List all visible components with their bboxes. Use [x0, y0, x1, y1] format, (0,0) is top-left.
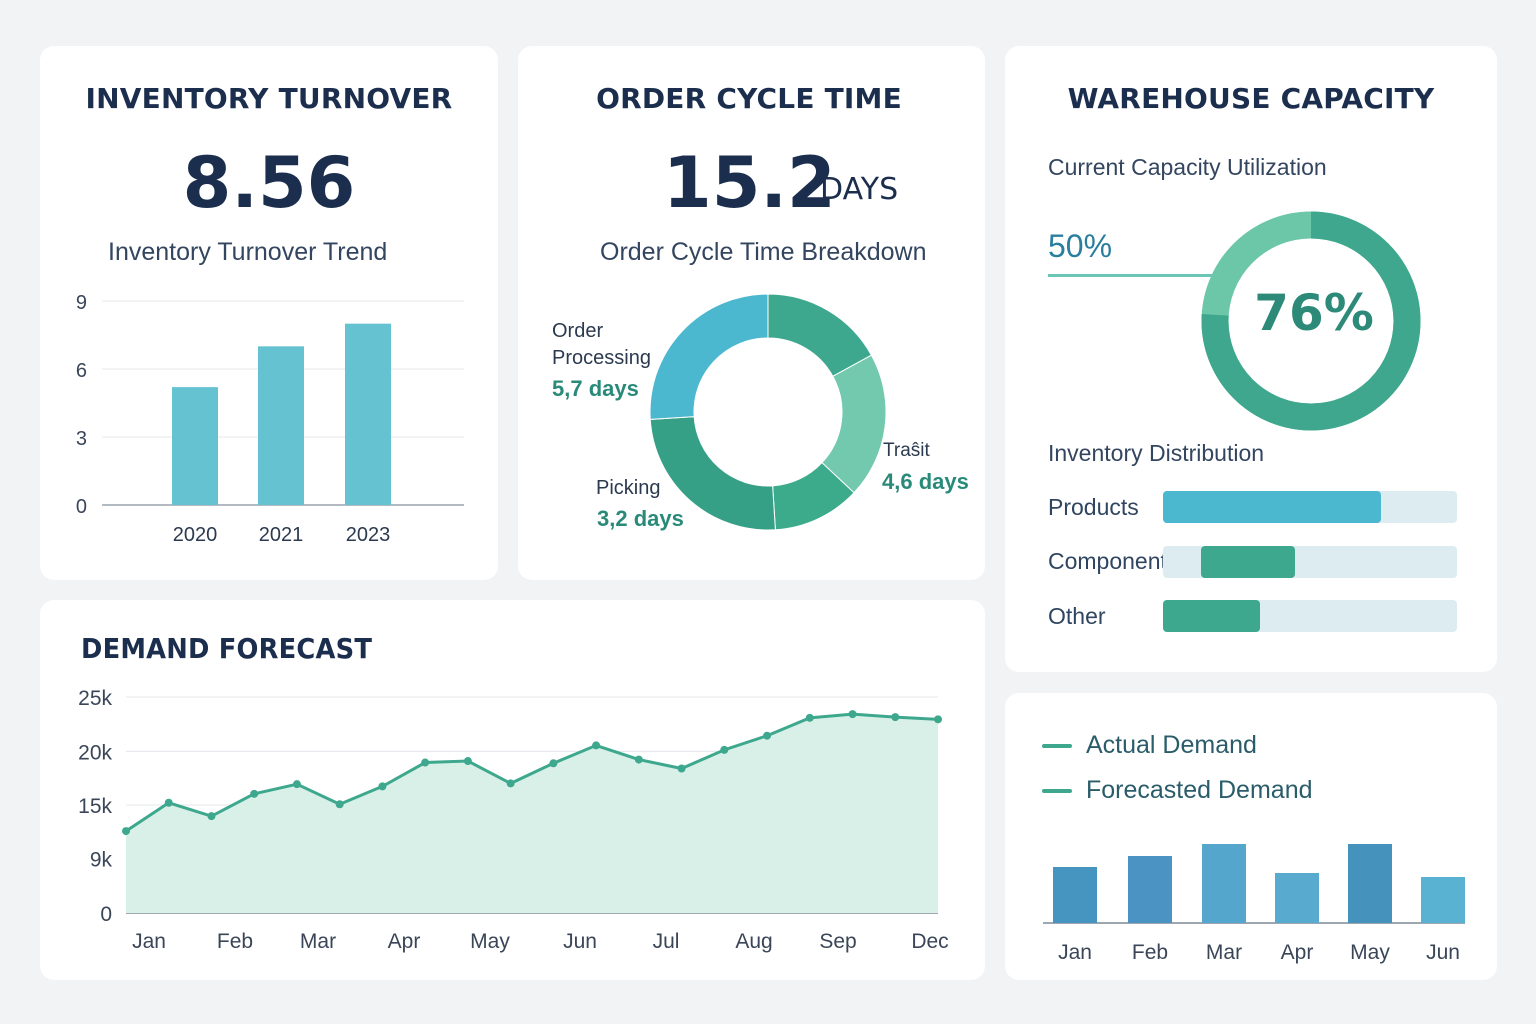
x-tick-label: 2023 [346, 524, 391, 546]
capacity-ring [1201, 211, 1421, 431]
inventory-distribution-title: Inventory Distribution [1048, 440, 1265, 466]
bar [1275, 873, 1319, 923]
forecast-point [848, 710, 857, 719]
x-tick-label: Jul [653, 930, 680, 953]
y-tick-label: 25k [78, 687, 112, 710]
distribution-track-other [1163, 600, 1457, 632]
x-tick-label: 2020 [173, 524, 218, 546]
forecast-point [506, 779, 515, 788]
y-tick-label: 15k [78, 795, 112, 818]
picking-value: 3,2 days [597, 506, 684, 531]
demand-forecast-chart: 0 9k 15k 20k 25k Jan Feb Mar Apr May Jun Jul Aug Sep D… [78, 687, 949, 953]
actual-vs-forecast-card: Actual Demand Forecasted Demand Jan Feb Ma… [1005, 693, 1497, 980]
y-tick-label: 6 [76, 360, 87, 382]
y-tick-label: 9k [90, 849, 113, 872]
x-tick-label: Mar [1206, 941, 1242, 964]
forecast-point [122, 827, 130, 836]
order-processing-label: Order Processing [552, 320, 651, 369]
distribution-fill-products [1163, 491, 1381, 523]
warehouse-capacity-card: WAREHOUSE CAPACITY Current Capacity Util… [1005, 46, 1497, 672]
forecast-point [720, 745, 729, 754]
capacity-utilization-value: 76% [1254, 284, 1374, 342]
forecast-point [634, 755, 643, 764]
bar [345, 323, 391, 505]
bar [258, 346, 304, 505]
x-tick-label: May [470, 930, 510, 953]
forecast-point [549, 759, 558, 768]
bar [1202, 844, 1246, 923]
bar [1128, 856, 1172, 923]
distribution-label-components: Components [1048, 548, 1179, 574]
bar [1421, 877, 1465, 923]
transit-value: 4,6 days [882, 469, 969, 494]
bar [172, 387, 218, 505]
x-tick-label: May [1350, 941, 1390, 964]
distribution-fill-other [1163, 600, 1261, 632]
distribution-fill-components [1201, 546, 1296, 578]
donut-slice [649, 293, 769, 420]
forecast-point [335, 800, 344, 809]
y-tick-label: 0 [100, 903, 112, 926]
y-tick-label: 3 [76, 428, 87, 450]
order-processing-value: 5,7 days [552, 376, 639, 401]
x-tick-label: Jun [1426, 941, 1460, 964]
x-tick-label: Apr [388, 930, 421, 953]
forecast-point [250, 789, 259, 798]
bar [1053, 867, 1097, 923]
x-tick-label: Jun [563, 930, 597, 953]
bar [1348, 844, 1392, 923]
demand-forecast-card: DEMAND FORECAST 0 9k 15k 20k 25k Jan Feb Mar Apr… [40, 600, 985, 980]
order-cycle-donut [649, 293, 887, 531]
transit-label: Traŝit [883, 440, 930, 461]
x-tick-label: Mar [300, 930, 336, 953]
picking-label: Picking [596, 477, 661, 499]
y-tick-label: 9 [76, 292, 87, 314]
distribution-label-other: Other [1048, 603, 1106, 629]
forecast-point [677, 764, 686, 773]
forecast-point [207, 812, 216, 821]
inventory-turnover-chart: 0 3 6 9 2020 2021 2023 [76, 292, 464, 546]
x-tick-label: Dec [911, 930, 948, 953]
x-tick-label: Sep [819, 930, 856, 953]
forecast-point [934, 715, 942, 724]
order-cycle-card: ORDER CYCLE TIME 15.2 DAYS Order Cycle T… [518, 46, 985, 580]
forecast-point [292, 780, 301, 789]
distribution-track-components [1163, 546, 1457, 578]
y-tick-label: 0 [76, 496, 87, 518]
forecast-point [421, 758, 430, 767]
monthly-demand-chart: Jan Feb Mar Apr May Jun [1043, 844, 1465, 964]
forecast-point [763, 731, 772, 740]
x-tick-label: Jan [1058, 941, 1092, 964]
y-tick-label: 20k [78, 741, 112, 764]
forecast-point [805, 713, 814, 722]
distribution-label-products: Products [1048, 494, 1139, 520]
x-tick-label: Jan [132, 930, 166, 953]
x-tick-label: Feb [217, 930, 253, 953]
x-tick-label: 2021 [259, 524, 304, 546]
inventory-turnover-card: INVENTORY TURNOVER 8.56 Inventory Turnov… [40, 46, 498, 580]
forecast-area [126, 714, 938, 913]
x-tick-label: Apr [1281, 941, 1314, 964]
x-tick-label: Aug [735, 930, 772, 953]
distribution-track-products [1163, 491, 1457, 523]
forecast-point [164, 798, 173, 807]
x-tick-label: Feb [1132, 941, 1168, 964]
forecast-point [463, 757, 472, 766]
forecast-point [891, 713, 900, 722]
forecast-point [378, 782, 387, 791]
forecast-point [592, 741, 601, 750]
